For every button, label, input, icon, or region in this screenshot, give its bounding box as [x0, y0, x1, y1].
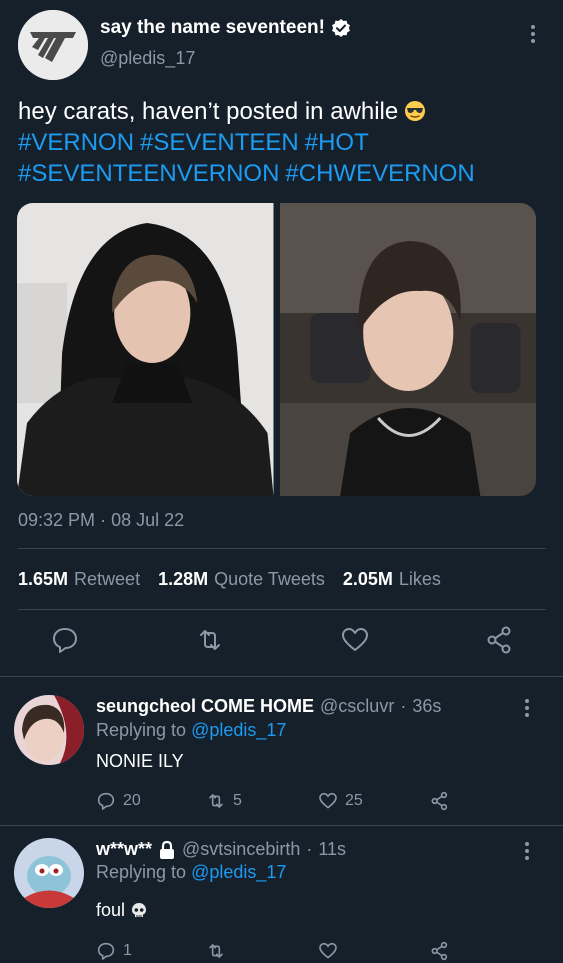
- tweet-body: hey carats, haven’t posted in awhile: [18, 98, 399, 125]
- retweets-label: Retweet: [74, 569, 141, 589]
- reply-name[interactable]: w**w**: [96, 839, 152, 860]
- reply-icon[interactable]: [50, 625, 80, 655]
- lock-icon: [160, 840, 175, 859]
- like-icon: [319, 942, 337, 959]
- replying-to: Replying to @pledis_17: [96, 862, 286, 883]
- verified-badge-icon: [331, 19, 350, 37]
- retweet-icon[interactable]: [195, 625, 225, 655]
- photo-right-image: [279, 203, 536, 496]
- likes-stat[interactable]: 2.05M Likes: [343, 569, 441, 590]
- tweet-date: 08 Jul 22: [111, 510, 185, 530]
- more-options-icon[interactable]: [520, 697, 534, 719]
- likes-count: 2.05M: [342, 569, 393, 589]
- author-avatar[interactable]: [18, 10, 88, 80]
- tweet-actions: [40, 625, 530, 661]
- retweet-count: 5: [233, 792, 242, 809]
- like-count: 25: [345, 792, 363, 809]
- reply-like-action[interactable]: [318, 941, 345, 961]
- media-grid: [17, 203, 536, 496]
- more-options-icon[interactable]: [526, 22, 540, 46]
- reply-avatar[interactable]: [14, 838, 84, 908]
- replying-to-label: Replying to: [96, 862, 187, 882]
- hashtag-chwevernon[interactable]: #CHWEVERNON: [285, 160, 474, 187]
- reply-age[interactable]: 36s: [412, 696, 441, 717]
- likes-label: Likes: [398, 569, 441, 589]
- quotes-label: Quote Tweets: [214, 569, 325, 589]
- reply-actions: 20 5 25: [96, 791, 496, 813]
- quotes-stat[interactable]: 1.28M Quote Tweets: [158, 569, 325, 590]
- reply-header: w**w** @svtsincebirth · 11s: [96, 839, 346, 860]
- replying-to-handle[interactable]: @pledis_17: [191, 862, 286, 882]
- hashtag-hot[interactable]: #HOT: [305, 129, 369, 156]
- retweets-stat[interactable]: 1.65M Retweet: [18, 569, 140, 590]
- reply-avatar-image: [14, 695, 84, 765]
- tweet-stats: 1.65M Retweet 1.28M Quote Tweets 2.05M Like…: [18, 569, 441, 590]
- reply-retweet-action[interactable]: [206, 941, 233, 961]
- reply-icon: [97, 792, 115, 810]
- reply-retweet-action[interactable]: 5: [206, 791, 242, 811]
- tweet-time: 09:32 PM: [18, 510, 96, 530]
- skull-emoji-icon: [132, 903, 147, 917]
- divider: [0, 676, 563, 677]
- photo-left-image: [17, 203, 274, 496]
- reply-header: seungcheol COME HOME @cscluvr · 36s: [96, 696, 441, 717]
- more-options-icon[interactable]: [520, 840, 534, 862]
- hashtag-seventeenvernon[interactable]: #SEVENTEENVERNON: [18, 160, 279, 187]
- photo-left[interactable]: [17, 203, 274, 496]
- display-name-text: say the name seventeen!: [100, 17, 325, 38]
- hashtag-vernon[interactable]: #VERNON: [18, 129, 134, 156]
- photo-right[interactable]: [279, 203, 536, 496]
- reply-text: NONIE ILY: [96, 751, 184, 771]
- reply-text-body: foul: [96, 900, 126, 920]
- divider: [18, 548, 546, 549]
- share-icon: [431, 791, 448, 811]
- tweet-text: hey carats, haven’t posted in awhile #VE…: [18, 96, 548, 189]
- divider: [18, 609, 546, 610]
- reply-handle[interactable]: @svtsincebirth: [182, 839, 300, 860]
- author-display-name[interactable]: say the name seventeen!: [100, 17, 351, 39]
- share-icon: [431, 941, 448, 961]
- reply-icon: [97, 942, 115, 960]
- sunglasses-emoji-icon: [405, 101, 426, 121]
- like-icon[interactable]: [340, 625, 370, 655]
- reply-name[interactable]: seungcheol COME HOME: [96, 696, 314, 717]
- retweet-icon: [209, 794, 223, 808]
- reply-text: foul: [96, 900, 147, 921]
- reply-age[interactable]: 11s: [318, 839, 346, 860]
- reply-avatar[interactable]: [14, 695, 84, 765]
- replying-to-handle[interactable]: @pledis_17: [191, 720, 286, 740]
- timestamp-separator: ·: [100, 510, 112, 530]
- retweet-icon: [209, 944, 223, 958]
- reply-avatar-image: [14, 838, 84, 908]
- reply-like-action[interactable]: 25: [318, 791, 363, 811]
- retweets-count: 1.65M: [18, 569, 69, 589]
- like-icon: [319, 792, 337, 809]
- reply-reply-action[interactable]: 1: [96, 941, 132, 961]
- reply-count: 1: [123, 942, 132, 959]
- tweet-timestamp[interactable]: 09:32 PM · 08 Jul 22: [18, 510, 184, 531]
- hashtag-seventeen[interactable]: #SEVENTEEN: [140, 129, 299, 156]
- replying-to-label: Replying to: [96, 720, 187, 740]
- replying-to: Replying to @pledis_17: [96, 720, 286, 741]
- author-handle[interactable]: @pledis_17: [100, 48, 195, 69]
- reply-count: 20: [123, 792, 141, 809]
- reply-share-action[interactable]: [430, 941, 450, 961]
- reply-reply-action[interactable]: 20: [96, 791, 141, 811]
- reply-age-separator: ·: [400, 696, 407, 716]
- reply-handle[interactable]: @cscluvr: [320, 696, 394, 717]
- reply-share-action[interactable]: [430, 791, 450, 811]
- quotes-count: 1.28M: [158, 569, 209, 589]
- share-icon[interactable]: [485, 625, 515, 655]
- reply-age-separator: ·: [306, 839, 313, 859]
- divider: [0, 825, 563, 826]
- seventeen-logo-icon: [18, 10, 88, 80]
